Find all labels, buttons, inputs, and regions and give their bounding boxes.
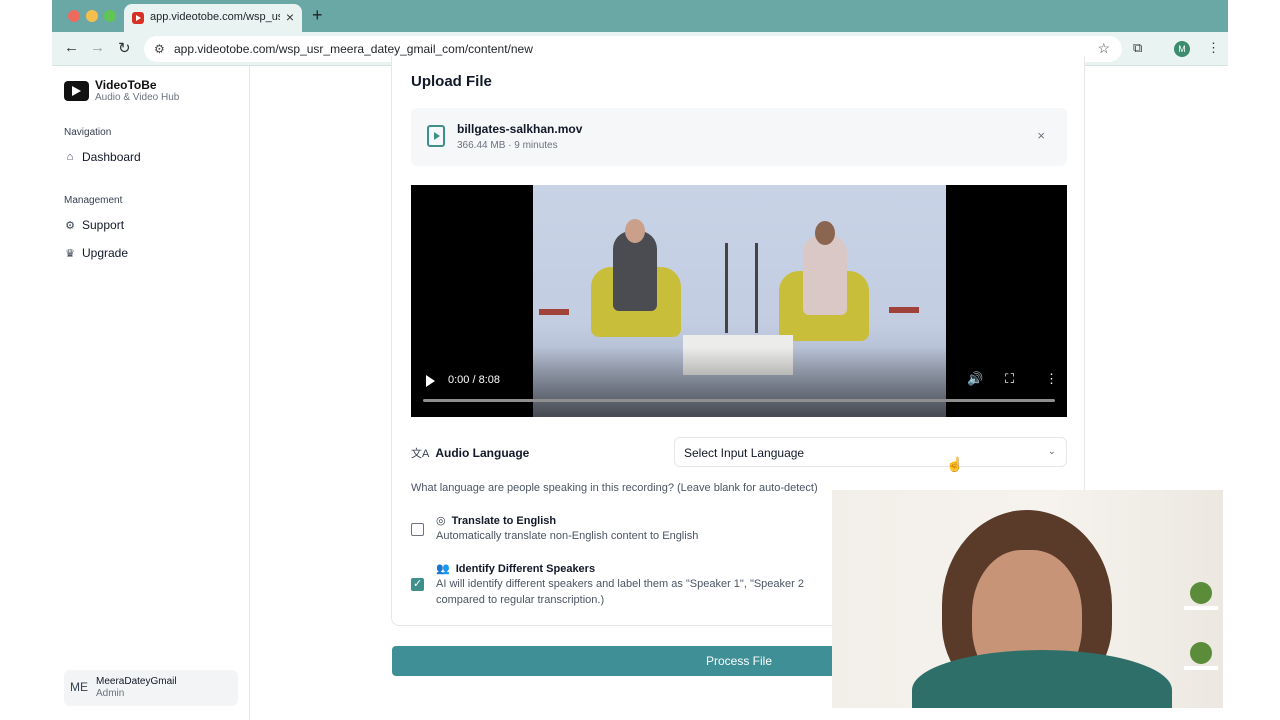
translate-option-title: ◎ Translate to English [436,514,557,528]
globe-icon: ◎ [436,515,446,527]
video-timecode: 0:00 / 8:08 [448,374,500,386]
speakers-option-desc: AI will identify different speakers and … [436,578,804,590]
back-arrow-icon[interactable]: ← [64,39,79,56]
section-navigation: Navigation [64,127,112,138]
user-name: MeeraDateyGmail [96,676,177,687]
speakers-option-desc-2: compared to regular transcription.) [436,594,605,606]
url-text[interactable]: app.videotobe.com/wsp_usr_meera_datey_gm… [174,42,533,56]
bookmark-star-icon[interactable]: ☆ [1097,40,1110,57]
file-name: billgates-salkhan.mov [457,122,583,136]
tab-title: app.videotobe.com/wsp_usr_ [150,11,280,23]
profile-avatar[interactable]: M [1174,41,1190,57]
tab-close-icon[interactable]: × [286,9,294,25]
gear-icon: ⚙ [65,219,75,232]
menu-dots-icon[interactable]: ⋮ [1207,40,1220,56]
sidebar-item-upgrade[interactable]: ♛ Upgrade [64,246,128,260]
minimize-window-button[interactable] [86,10,98,22]
page-title: Upload File [411,73,492,90]
speakers-option-title: 👥 Identify Different Speakers [436,562,596,576]
audio-language-label: 文A Audio Language [411,446,530,460]
webcam-overlay [832,490,1223,708]
videotobe-logo-icon [64,81,89,101]
desktop: app.videotobe.com/wsp_usr_ × + ← → ↻ ⚙ a… [0,0,1280,720]
sidebar-item-label: Upgrade [82,246,129,260]
audio-language-help: What language are people speaking in thi… [411,482,818,494]
uploaded-file: billgates-salkhan.mov 366.44 MB · 9 minu… [411,108,1067,166]
fullscreen-icon[interactable]: ⛶ [1005,371,1014,387]
input-language-select[interactable]: Select Input Language ⌄ [674,437,1067,467]
translate-option-desc: Automatically translate non-English cont… [436,530,699,542]
avatar: ME [70,680,88,694]
user-role: Admin [96,688,125,699]
maximize-window-button[interactable] [104,10,116,22]
youtube-favicon-icon [132,12,144,24]
close-window-button[interactable] [68,10,80,22]
new-tab-button[interactable]: + [312,5,323,26]
section-management: Management [64,195,123,206]
tab-search-icon[interactable]: ⧉ [1133,40,1142,56]
translate-icon: 文A [411,448,430,460]
volume-icon[interactable]: 🔊 [967,371,983,387]
translate-checkbox[interactable] [411,523,424,536]
remove-file-icon[interactable]: × [1037,128,1045,143]
video-file-icon [427,125,445,147]
user-card[interactable]: ME MeeraDateyGmail Admin [64,670,238,706]
sidebar-item-label: Support [82,218,125,232]
hand-cursor-icon: ☝ [946,456,964,472]
chevron-down-icon: ⌄ [1047,446,1056,457]
video-controls: 0:00 / 8:08 🔊 ⛶ ⋮ [411,185,1067,417]
more-options-icon[interactable]: ⋮ [1045,371,1058,387]
brand-name: VideoToBe [95,78,157,92]
file-meta: 366.44 MB · 9 minutes [457,140,558,151]
tab-strip: app.videotobe.com/wsp_usr_ × + [52,0,1228,32]
home-icon: ⌂ [66,151,74,163]
browser-tab[interactable]: app.videotobe.com/wsp_usr_ × [124,4,302,32]
speakers-checkbox[interactable] [411,577,424,591]
video-progress-bar[interactable] [423,399,1055,402]
crown-icon: ♛ [65,247,75,260]
forward-arrow-icon[interactable]: → [90,39,105,56]
select-value: Select Input Language [684,446,805,460]
brand-tagline: Audio & Video Hub [95,92,180,103]
sidebar-item-support[interactable]: ⚙ Support [64,218,124,232]
sidebar-item-label: Dashboard [82,150,141,164]
reload-icon[interactable]: ↻ [118,39,131,57]
play-icon[interactable] [426,375,435,387]
video-player[interactable]: 0:00 / 8:08 🔊 ⛶ ⋮ [411,185,1067,417]
sidebar: VideoToBe Audio & Video Hub Navigation ⌂… [52,66,250,720]
sidebar-item-dashboard[interactable]: ⌂ Dashboard [64,150,141,164]
site-settings-icon[interactable]: ⚙ [154,42,165,56]
users-icon: 👥 [436,563,450,575]
